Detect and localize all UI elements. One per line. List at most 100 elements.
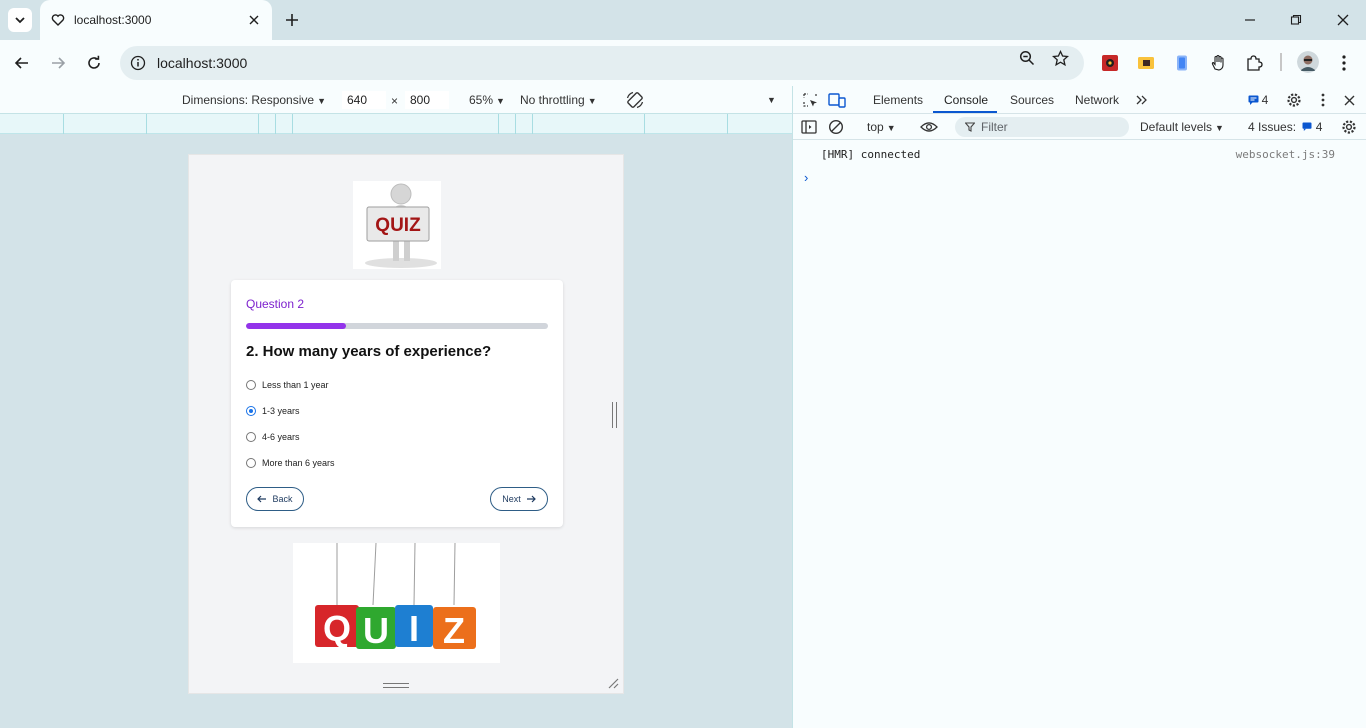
tab-sources[interactable]: Sources [1010, 93, 1054, 107]
height-input[interactable]: 800 [405, 91, 449, 109]
option-4-6-years[interactable]: 4-6 years [246, 432, 300, 442]
radio-button[interactable] [246, 406, 256, 416]
ruler-tick [644, 114, 645, 134]
caret-down-icon: ▼ [587, 96, 597, 106]
horizontal-resize-handle[interactable] [612, 402, 617, 428]
sidebar-toggle-icon[interactable] [800, 118, 818, 136]
corner-resize-handle-icon[interactable] [607, 677, 619, 689]
new-tab-button[interactable] [282, 10, 302, 30]
devtools-menu-icon[interactable] [1314, 91, 1332, 109]
tab-strip: localhost:3000 [0, 0, 1366, 40]
tab-title: localhost:3000 [74, 13, 152, 27]
zoom-icon[interactable] [1017, 48, 1037, 68]
radio-button[interactable] [246, 458, 256, 468]
arrow-right-icon [52, 57, 66, 69]
context-dropdown[interactable]: top ▼ [867, 120, 896, 134]
back-nav-button[interactable] [11, 52, 33, 74]
console-message-row: [HMR] connected websocket.js:39 [793, 144, 1366, 164]
settings-gear-icon[interactable] [1285, 91, 1303, 109]
restore-icon [1290, 14, 1302, 25]
radio-button[interactable] [246, 432, 256, 442]
ruler-tick [258, 114, 259, 134]
letter-i: I [409, 608, 419, 649]
more-options-caret-icon[interactable]: ▼ [767, 95, 776, 105]
close-devtools-icon[interactable] [1340, 91, 1358, 109]
console-filter-input[interactable]: Filter [955, 117, 1129, 137]
minimize-button[interactable] [1240, 10, 1260, 30]
devtools-tab-bar: Elements Console Sources Network 4 [793, 86, 1366, 114]
context-label: top [867, 120, 884, 134]
dimensions-label: Dimensions: Responsive [182, 93, 315, 107]
ruler-tick [292, 114, 293, 134]
issues-button[interactable]: 4 Issues: 4 [1248, 120, 1322, 134]
extension-hand-icon[interactable] [1208, 53, 1228, 73]
question-number-label: Question 2 [246, 297, 305, 311]
zoom-label: 65% [469, 93, 494, 107]
quiz-sign-text: QUIZ [375, 215, 421, 236]
tab-search-button[interactable] [8, 8, 32, 32]
ruler-tick [275, 114, 276, 134]
site-info-icon[interactable] [128, 53, 148, 73]
console-settings-gear-icon[interactable] [1340, 118, 1358, 136]
devtools-panel: Elements Console Sources Network 4 top▼ [792, 86, 1366, 728]
caret-down-icon: ▼ [496, 96, 505, 106]
next-button[interactable]: Next [490, 487, 548, 511]
radio-button[interactable] [246, 380, 256, 390]
tab-network[interactable]: Network [1075, 93, 1119, 107]
tab-console[interactable]: Console [944, 93, 988, 107]
messages-counter[interactable]: 4 [1243, 91, 1273, 109]
device-toggle-icon[interactable] [828, 91, 846, 109]
media-query-ruler [0, 114, 792, 134]
forward-nav-button[interactable] [47, 52, 69, 74]
device-viewport: QUIZ Question 2 2. How many years of exp… [0, 134, 792, 728]
close-window-button[interactable] [1333, 10, 1353, 30]
caret-down-icon: ▼ [317, 96, 326, 106]
filter-funnel-icon [965, 122, 975, 132]
filter-placeholder: Filter [981, 120, 1008, 134]
message-icon [1248, 95, 1259, 105]
levels-label: Default levels [1140, 120, 1213, 134]
dimensions-dropdown[interactable]: Dimensions: Responsive ▼ [182, 93, 326, 107]
width-input[interactable]: 640 [342, 91, 386, 109]
inspect-element-icon[interactable] [801, 91, 819, 109]
more-tabs-chevron-icon[interactable] [1133, 91, 1151, 109]
profile-avatar[interactable] [1297, 51, 1319, 73]
restore-button[interactable] [1286, 10, 1306, 30]
bookmark-star-icon[interactable] [1050, 48, 1070, 68]
ruler-tick [727, 114, 728, 134]
address-bar[interactable]: localhost:3000 [120, 46, 1084, 80]
extensions-puzzle-icon[interactable] [1244, 53, 1264, 73]
console-prompt[interactable]: › [804, 170, 808, 185]
letter-z: Z [443, 610, 465, 651]
option-more-than-6-years[interactable]: More than 6 years [246, 458, 335, 468]
quiz-letters-image: Q U I Z [293, 543, 500, 663]
quiz-figure-image: QUIZ [353, 181, 441, 269]
question-title: 2. How many years of experience? [246, 343, 492, 360]
extension-doc-icon[interactable] [1172, 53, 1192, 73]
rotate-icon[interactable] [625, 90, 645, 113]
zoom-dropdown[interactable]: 65% ▼ [469, 93, 505, 107]
device-toolbar: Dimensions: Responsive ▼ 640 × 800 65% ▼ N… [0, 86, 792, 114]
back-button[interactable]: Back [246, 487, 304, 511]
log-levels-dropdown[interactable]: Default levels ▼ [1140, 120, 1224, 134]
clear-console-icon[interactable] [827, 118, 845, 136]
extension-folder-icon[interactable] [1136, 53, 1156, 73]
arrow-left-icon [257, 495, 267, 503]
browser-tab[interactable]: localhost:3000 [40, 0, 272, 40]
message-icon [1302, 122, 1312, 131]
issues-label: 4 Issues: [1248, 120, 1297, 134]
extension-red-icon[interactable] [1100, 53, 1120, 73]
throttling-dropdown[interactable]: No throttling ▼ [520, 93, 597, 107]
live-expression-eye-icon[interactable] [919, 118, 939, 136]
vertical-resize-handle[interactable] [383, 683, 409, 688]
plus-icon [286, 14, 298, 26]
option-1-3-years[interactable]: 1-3 years [246, 406, 300, 416]
option-less-than-1-year[interactable]: Less than 1 year [246, 380, 329, 390]
reload-button[interactable] [83, 52, 105, 74]
browser-toolbar: localhost:3000 [0, 40, 1366, 86]
close-tab-icon[interactable] [246, 12, 262, 28]
browser-menu-icon[interactable] [1334, 53, 1354, 73]
console-source-link[interactable]: websocket.js:39 [1236, 148, 1335, 161]
tab-elements[interactable]: Elements [873, 93, 923, 107]
emulated-device-screen: QUIZ Question 2 2. How many years of exp… [188, 154, 624, 694]
